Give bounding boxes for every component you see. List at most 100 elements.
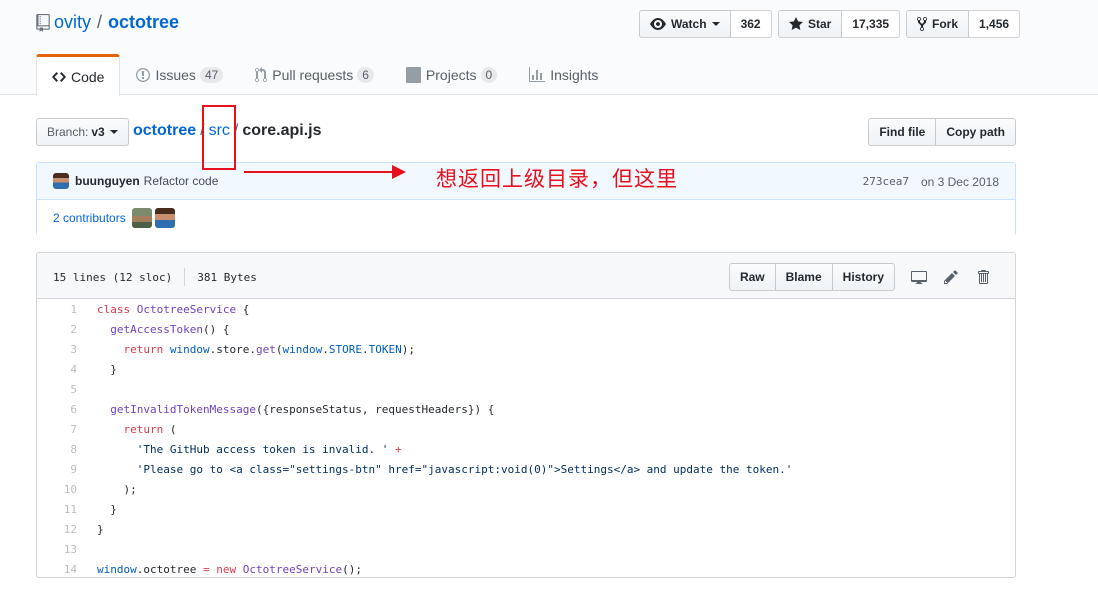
code-text: } xyxy=(97,523,104,536)
annotation-arrow-head xyxy=(392,165,406,179)
repo-owner-link[interactable]: ovity xyxy=(54,12,91,33)
code-line: 2 getAccessToken() { xyxy=(37,320,1015,340)
eye-icon xyxy=(650,18,666,30)
pull-requests-count-badge: 6 xyxy=(357,67,374,83)
code-line: 10 ); xyxy=(37,480,1015,500)
repo-header: ovity / octotree Watch 362 Star 17,335 F… xyxy=(0,0,1098,96)
caret-down-icon xyxy=(711,22,720,26)
code-icon xyxy=(52,71,66,82)
repo-separator: / xyxy=(97,12,103,32)
file-actions: Raw Blame History xyxy=(728,263,999,291)
annotation-text: 想返回上级目录，但这里 xyxy=(436,167,678,191)
breadcrumb-current-file: core.api.js xyxy=(242,122,322,139)
code-text: 'Please go to <a class="settings-btn" hr… xyxy=(136,463,793,476)
blame-button[interactable]: Blame xyxy=(774,263,833,291)
annotation-arrow-line xyxy=(244,171,394,173)
pull-request-icon xyxy=(255,67,268,83)
code-line: 3 return window.store.get(window.STORE.T… xyxy=(37,340,1015,360)
commit-meta: 273cea7 on 3 Dec 2018 xyxy=(863,175,999,189)
line-number[interactable]: 6 xyxy=(37,400,77,420)
file-header: 15 lines (12 sloc) 381 Bytes Raw Blame H… xyxy=(37,253,1015,299)
tab-issues-label: Issues xyxy=(155,67,196,83)
copy-path-button[interactable]: Copy path xyxy=(936,118,1016,146)
history-button[interactable]: History xyxy=(831,263,895,291)
watch-count[interactable]: 362 xyxy=(730,10,772,38)
line-number[interactable]: 11 xyxy=(37,500,77,520)
code-line: 1 class OctotreeService { xyxy=(37,300,1015,320)
repo-name-link[interactable]: octotree xyxy=(108,12,179,33)
star-label: Star xyxy=(808,17,832,31)
tab-insights[interactable]: Insights xyxy=(513,54,614,95)
commit-author-link[interactable]: buunguyen xyxy=(75,174,140,188)
fork-group: Fork 1,456 xyxy=(906,10,1021,38)
commit-date: on 3 Dec 2018 xyxy=(920,175,999,189)
line-number[interactable]: 7 xyxy=(37,420,77,440)
code-line: 11 } xyxy=(37,500,1015,520)
caret-down-icon xyxy=(109,130,118,134)
issue-icon xyxy=(136,68,151,82)
watch-label: Watch xyxy=(671,17,707,31)
line-number[interactable]: 8 xyxy=(37,440,77,460)
code-line: 8 'The GitHub access token is invalid. '… xyxy=(37,440,1015,460)
line-number[interactable]: 4 xyxy=(37,360,77,380)
line-number[interactable]: 14 xyxy=(37,560,77,577)
line-number[interactable]: 3 xyxy=(37,340,77,360)
line-number[interactable]: 2 xyxy=(37,320,77,340)
commit-message[interactable]: Refactor code xyxy=(144,174,219,188)
line-number[interactable]: 5 xyxy=(37,380,77,400)
find-file-button[interactable]: Find file xyxy=(868,118,937,146)
file-button-group: Raw Blame History xyxy=(728,263,895,291)
code-line: 12} xyxy=(37,520,1015,540)
code-line: 5 xyxy=(37,380,1015,400)
contributors-link[interactable]: 2 contributors xyxy=(53,211,126,225)
tab-insights-label: Insights xyxy=(550,67,599,83)
tab-projects-label: Projects xyxy=(425,67,477,83)
file-lines-info: 15 lines (12 sloc) xyxy=(53,270,173,284)
code-text: 'The GitHub access token is invalid. ' + xyxy=(136,443,402,456)
tab-projects[interactable]: Projects 0 xyxy=(390,54,513,95)
file-size: 381 Bytes xyxy=(197,270,257,284)
code-text: } xyxy=(97,363,117,376)
trash-icon[interactable] xyxy=(967,263,999,291)
file-navigation: Branch: v3 octotree / src / core.api.js … xyxy=(36,118,1016,146)
graph-icon xyxy=(529,67,546,82)
tab-code-label: Code xyxy=(71,68,105,85)
contributor-avatar[interactable] xyxy=(131,208,152,228)
star-button[interactable]: Star xyxy=(778,10,843,38)
line-number[interactable]: 13 xyxy=(37,540,77,560)
avatar[interactable] xyxy=(53,173,69,189)
line-number[interactable]: 12 xyxy=(37,520,77,540)
repo-nav: Code Issues 47 Pull requests 6 Projects … xyxy=(36,54,614,96)
watch-button[interactable]: Watch xyxy=(639,10,731,38)
star-icon xyxy=(789,17,803,30)
divider xyxy=(184,268,186,286)
fork-count[interactable]: 1,456 xyxy=(969,10,1021,38)
code-text: getAccessToken() { xyxy=(110,323,230,336)
contributor-avatar[interactable] xyxy=(154,208,175,228)
breadcrumb-repo-link[interactable]: octotree xyxy=(133,122,196,140)
branch-select-button[interactable]: Branch: v3 xyxy=(36,118,129,146)
star-count[interactable]: 17,335 xyxy=(842,10,901,38)
fork-button[interactable]: Fork xyxy=(906,10,970,38)
line-number[interactable]: 10 xyxy=(37,480,77,500)
desktop-icon[interactable] xyxy=(903,263,935,291)
tab-issues[interactable]: Issues 47 xyxy=(120,54,239,95)
commit-sha-link[interactable]: 273cea7 xyxy=(863,175,909,189)
code-text: } xyxy=(97,503,117,516)
fork-label: Fork xyxy=(932,17,959,31)
projects-count-badge: 0 xyxy=(480,67,498,83)
file-info: 15 lines (12 sloc) 381 Bytes xyxy=(53,268,257,286)
raw-button[interactable]: Raw xyxy=(728,263,776,291)
code-text: class OctotreeService { xyxy=(97,303,250,316)
pencil-icon[interactable] xyxy=(935,263,967,291)
watch-group: Watch 362 xyxy=(639,10,772,38)
code-view: 1 class OctotreeService { 2 getAccessToken… xyxy=(37,299,1015,577)
tab-pull-requests[interactable]: Pull requests 6 xyxy=(239,54,390,95)
line-number[interactable]: 1 xyxy=(37,300,77,320)
line-number[interactable]: 9 xyxy=(37,460,77,480)
contributors-row: 2 contributors xyxy=(37,200,1015,236)
code-line: 9 'Please go to <a class="settings-btn" … xyxy=(37,460,1015,480)
tab-code[interactable]: Code xyxy=(36,54,121,96)
